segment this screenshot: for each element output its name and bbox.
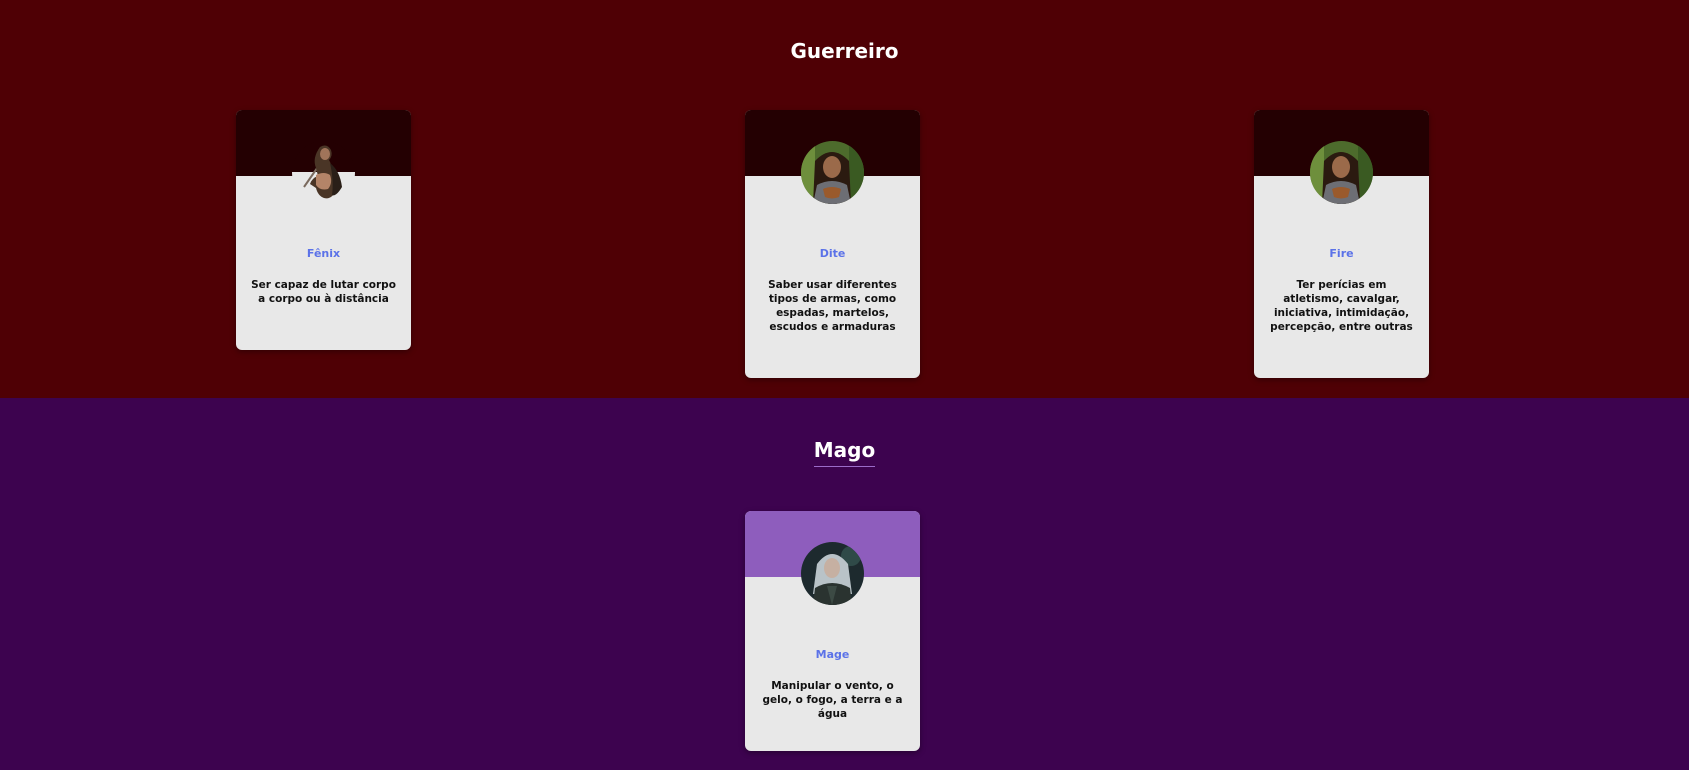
card-fire[interactable]: Fire Ter perícias em atletismo, cavalgar… bbox=[1254, 110, 1429, 378]
mago-title-text: Mago bbox=[813, 438, 876, 467]
card-name: Dite bbox=[819, 247, 846, 260]
warrior-woman-sword-icon bbox=[292, 141, 355, 204]
mago-section: Mago Mage Manipular o vento, o gelo, o f… bbox=[0, 398, 1689, 770]
card-description: Saber usar diferentes tipos de armas, co… bbox=[768, 279, 897, 333]
card-description: Ser capaz de lutar corpo a corpo ou à di… bbox=[251, 279, 396, 305]
card-mage[interactable]: Mage Manipular o vento, o gelo, o fogo, … bbox=[745, 511, 920, 751]
guerreiro-title: Guerreiro bbox=[0, 39, 1689, 67]
card-description: Ter perícias em atletismo, cavalgar, ini… bbox=[1270, 279, 1413, 333]
card-name: Fênix bbox=[306, 247, 341, 260]
card-name: Fire bbox=[1329, 247, 1354, 260]
elf-warrior-portrait-icon bbox=[1310, 141, 1373, 204]
silver-haired-mage-portrait-icon bbox=[801, 542, 864, 605]
card-dite[interactable]: Dite Saber usar diferentes tipos de arma… bbox=[745, 110, 920, 378]
card-description: Manipular o vento, o gelo, o fogo, a ter… bbox=[762, 680, 903, 720]
card-name: Mage bbox=[815, 648, 850, 661]
guerreiro-section: Guerreiro Fênix Ser capaz de lutar corpo… bbox=[0, 0, 1689, 398]
guerreiro-title-text: Guerreiro bbox=[790, 39, 899, 63]
card-fenix[interactable]: Fênix Ser capaz de lutar corpo a corpo o… bbox=[236, 110, 411, 350]
mago-title: Mago bbox=[0, 438, 1689, 467]
elf-warrior-portrait-icon bbox=[801, 141, 864, 204]
